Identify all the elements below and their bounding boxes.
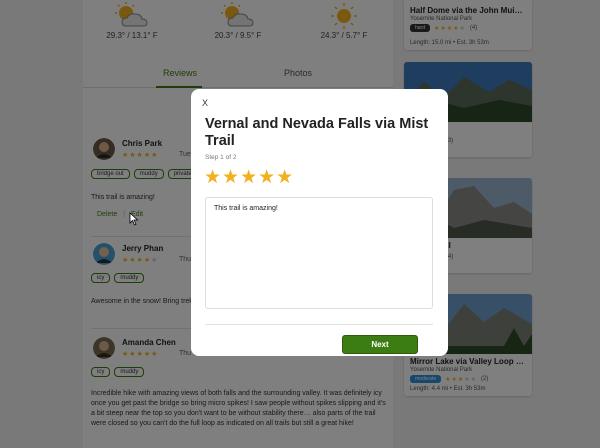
next-button[interactable]: Next bbox=[342, 335, 418, 354]
modal-title: Vernal and Nevada Falls via Mist Trail bbox=[205, 116, 429, 149]
star-rating-input[interactable]: ★★★★★ bbox=[204, 166, 294, 189]
mouse-cursor-icon bbox=[129, 212, 139, 226]
step-indicator: Step 1 of 2 bbox=[205, 154, 237, 161]
divider bbox=[205, 324, 433, 325]
close-button[interactable]: X bbox=[202, 98, 208, 108]
review-textarea[interactable]: This trail is amazing! bbox=[205, 197, 433, 309]
write-review-modal: X Vernal and Nevada Falls via Mist Trail… bbox=[191, 89, 448, 356]
